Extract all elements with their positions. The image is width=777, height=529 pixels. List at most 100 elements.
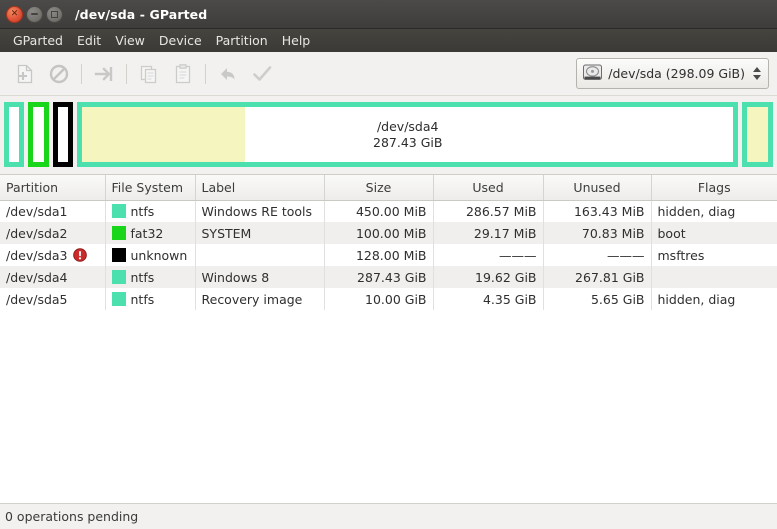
column-header-used[interactable]: Used bbox=[433, 175, 544, 201]
menu-item-help[interactable]: Help bbox=[275, 31, 318, 50]
graphic-used-fill bbox=[82, 107, 245, 162]
cell-flags bbox=[651, 266, 777, 288]
cell-flags: boot bbox=[651, 222, 777, 244]
table-row[interactable]: /dev/sda3 unknown 128.00 MiB ——— ——— msf… bbox=[0, 244, 777, 266]
table-empty-area bbox=[0, 310, 777, 503]
cell-unused: 267.81 GiB bbox=[543, 266, 652, 288]
table-row[interactable]: /dev/sda2 fat32 SYSTEM 100.00 MiB 29.17 … bbox=[0, 222, 777, 244]
window-title: /dev/sda - GParted bbox=[75, 6, 208, 22]
menu-item-edit[interactable]: Edit bbox=[70, 31, 108, 50]
partition-name: /dev/sda3 bbox=[6, 247, 68, 263]
graphic-caption-name: /dev/sda4 bbox=[376, 118, 439, 134]
column-header-filesystem[interactable]: File System bbox=[105, 175, 196, 201]
table-row[interactable]: /dev/sda1 ntfs Windows RE tools 450.00 M… bbox=[0, 200, 777, 222]
graphic-partition-sda4[interactable]: /dev/sda4 287.43 GiB bbox=[77, 102, 739, 167]
cell-unused: 5.65 GiB bbox=[543, 288, 652, 310]
filesystem-color-swatch-icon bbox=[111, 204, 126, 219]
menubar: GParted Edit View Device Partition Help bbox=[0, 29, 777, 52]
menu-item-view[interactable]: View bbox=[108, 31, 152, 50]
menu-item-gparted[interactable]: GParted bbox=[6, 31, 70, 50]
cell-label: Recovery image bbox=[195, 288, 325, 310]
partition-name: /dev/sda2 bbox=[6, 225, 68, 241]
paste-icon[interactable] bbox=[166, 58, 200, 90]
pending-operations-text: 0 operations pending bbox=[5, 509, 139, 524]
cell-flags: hidden, diag bbox=[657, 203, 736, 219]
cell-flags: hidden, diag bbox=[657, 291, 736, 307]
cell-used: 4.35 GiB bbox=[433, 288, 544, 310]
cell-filesystem: ntfs bbox=[105, 266, 196, 288]
toolbar-separator bbox=[81, 63, 82, 84]
graphic-partition-caption: /dev/sda4 287.43 GiB bbox=[373, 119, 442, 150]
column-header-unused[interactable]: Unused bbox=[543, 175, 652, 201]
filesystem-name: fat32 bbox=[130, 225, 164, 241]
table-header-row: Partition File System Label Size Used Un… bbox=[0, 175, 777, 201]
graphic-partition-sda1[interactable] bbox=[4, 102, 25, 167]
partition-name: /dev/sda1 bbox=[6, 203, 68, 219]
warning-icon[interactable] bbox=[72, 248, 87, 262]
spinner-arrows-icon[interactable] bbox=[753, 67, 762, 80]
column-header-flags[interactable]: Flags bbox=[651, 175, 777, 201]
graphic-caption-size: 287.43 GiB bbox=[373, 134, 443, 150]
cell-unused: 163.43 MiB bbox=[543, 200, 652, 222]
apply-icon[interactable] bbox=[245, 58, 279, 90]
cell-used: 286.57 MiB bbox=[433, 200, 544, 222]
partition-graphic: /dev/sda4 287.43 GiB bbox=[0, 96, 777, 174]
column-header-partition[interactable]: Partition bbox=[0, 175, 106, 201]
toolbar-separator bbox=[205, 63, 206, 84]
column-header-label[interactable]: Label bbox=[195, 175, 325, 201]
gparted-window: ✕ /dev/sda - GParted GParted Edit View D… bbox=[0, 0, 777, 529]
graphic-partition-sda2[interactable] bbox=[28, 102, 49, 167]
cell-used: 29.17 MiB bbox=[433, 222, 544, 244]
cell-size: 128.00 MiB bbox=[324, 244, 434, 266]
filesystem-color-swatch-icon bbox=[111, 248, 126, 262]
graphic-partition-sda3[interactable] bbox=[52, 102, 74, 167]
device-selector-value: /dev/sda (298.09 GiB) bbox=[608, 66, 745, 81]
cell-used: ——— bbox=[433, 244, 544, 266]
partition-table-body: /dev/sda1 ntfs Windows RE tools 450.00 M… bbox=[0, 200, 777, 310]
resize-move-icon[interactable] bbox=[87, 58, 121, 90]
window-controls: ✕ bbox=[6, 5, 63, 23]
filesystem-name: unknown bbox=[130, 247, 188, 263]
cell-size: 287.43 GiB bbox=[324, 266, 434, 288]
cell-size: 10.00 GiB bbox=[324, 288, 434, 310]
toolbar: /dev/sda (298.09 GiB) bbox=[0, 52, 777, 96]
cell-partition: /dev/sda4 bbox=[0, 266, 106, 288]
hard-disk-icon bbox=[583, 64, 603, 84]
delete-partition-icon[interactable] bbox=[42, 58, 76, 90]
filesystem-name: ntfs bbox=[130, 203, 155, 219]
undo-icon[interactable] bbox=[211, 58, 245, 90]
cell-filesystem: fat32 bbox=[105, 222, 196, 244]
table-row[interactable]: /dev/sda4 ntfs Windows 8 287.43 GiB 19.6… bbox=[0, 266, 777, 288]
cell-label: SYSTEM bbox=[195, 222, 325, 244]
filesystem-name: ntfs bbox=[130, 269, 155, 285]
cell-label: Windows RE tools bbox=[195, 200, 325, 222]
cell-flags: msftres bbox=[657, 247, 705, 263]
minimize-button-icon[interactable] bbox=[26, 5, 43, 23]
copy-icon[interactable] bbox=[132, 58, 166, 90]
menu-item-device[interactable]: Device bbox=[152, 31, 209, 50]
cell-partition: /dev/sda1 bbox=[0, 200, 106, 222]
partition-table: Partition File System Label Size Used Un… bbox=[0, 175, 777, 310]
new-partition-icon[interactable] bbox=[8, 58, 42, 90]
toolbar-buttons bbox=[8, 58, 279, 90]
cell-used: 19.62 GiB bbox=[433, 266, 544, 288]
cell-filesystem: ntfs bbox=[105, 200, 196, 222]
cell-filesystem: ntfs bbox=[105, 288, 196, 310]
menu-item-partition[interactable]: Partition bbox=[209, 31, 275, 50]
device-selector[interactable]: /dev/sda (298.09 GiB) bbox=[576, 58, 769, 89]
graphic-partition-sda5[interactable] bbox=[742, 102, 774, 167]
cell-filesystem: unknown bbox=[105, 244, 196, 266]
cell-partition: /dev/sda2 bbox=[0, 222, 106, 244]
partition-name: /dev/sda4 bbox=[6, 269, 68, 285]
graphic-used-fill bbox=[747, 107, 769, 162]
table-row[interactable]: /dev/sda5 ntfs Recovery image 10.00 GiB … bbox=[0, 288, 777, 310]
cell-label bbox=[195, 244, 325, 266]
close-button-icon[interactable]: ✕ bbox=[6, 5, 23, 23]
maximize-button-icon[interactable] bbox=[46, 5, 63, 23]
filesystem-color-swatch-icon bbox=[111, 292, 126, 306]
filesystem-color-swatch-icon bbox=[111, 270, 126, 284]
cell-size: 450.00 MiB bbox=[324, 200, 434, 222]
cell-partition: /dev/sda5 bbox=[0, 288, 106, 310]
column-header-size[interactable]: Size bbox=[324, 175, 434, 201]
cell-unused: 70.83 MiB bbox=[543, 222, 652, 244]
